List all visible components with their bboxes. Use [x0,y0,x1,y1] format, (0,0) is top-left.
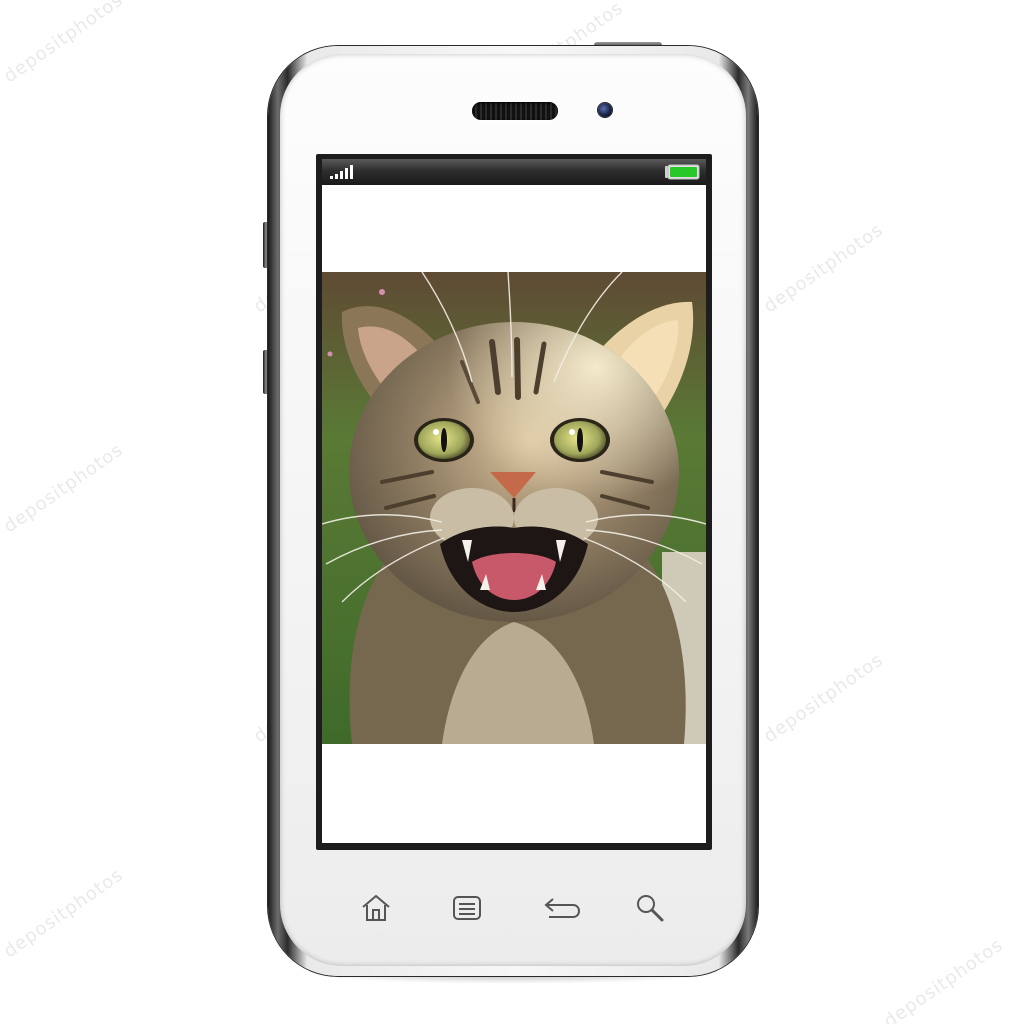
menu-icon [453,896,481,920]
cat-pupil-right [577,428,583,452]
watermark: depositphotos [880,934,1008,1024]
search-icon [637,895,664,922]
cat-eye-left [433,429,439,435]
home-icon [362,894,390,921]
cat-eye-right [569,429,575,435]
earpiece-speaker [472,102,558,120]
front-camera [598,103,612,117]
back-arrow-icon [544,898,581,918]
cat-photo [322,272,706,744]
back-button[interactable] [542,888,582,928]
battery-icon [665,164,700,180]
watermark: depositphotos [0,0,128,88]
status-bar [322,159,706,185]
watermark: depositphotos [0,864,128,963]
signal-bars-icon [330,165,353,179]
watermark: depositphotos [0,439,128,538]
search-button[interactable] [630,888,670,928]
cat-pupil-left [441,428,447,452]
watermark: depositphotos [760,649,888,748]
cat-stripe [514,337,521,400]
photo-background [327,351,333,357]
home-button[interactable] [356,888,396,928]
canvas: depositphotos depositphotos depositphoto… [0,0,1024,1024]
menu-button[interactable] [447,888,487,928]
watermark: depositphotos [760,219,888,318]
photo-background [379,289,385,295]
